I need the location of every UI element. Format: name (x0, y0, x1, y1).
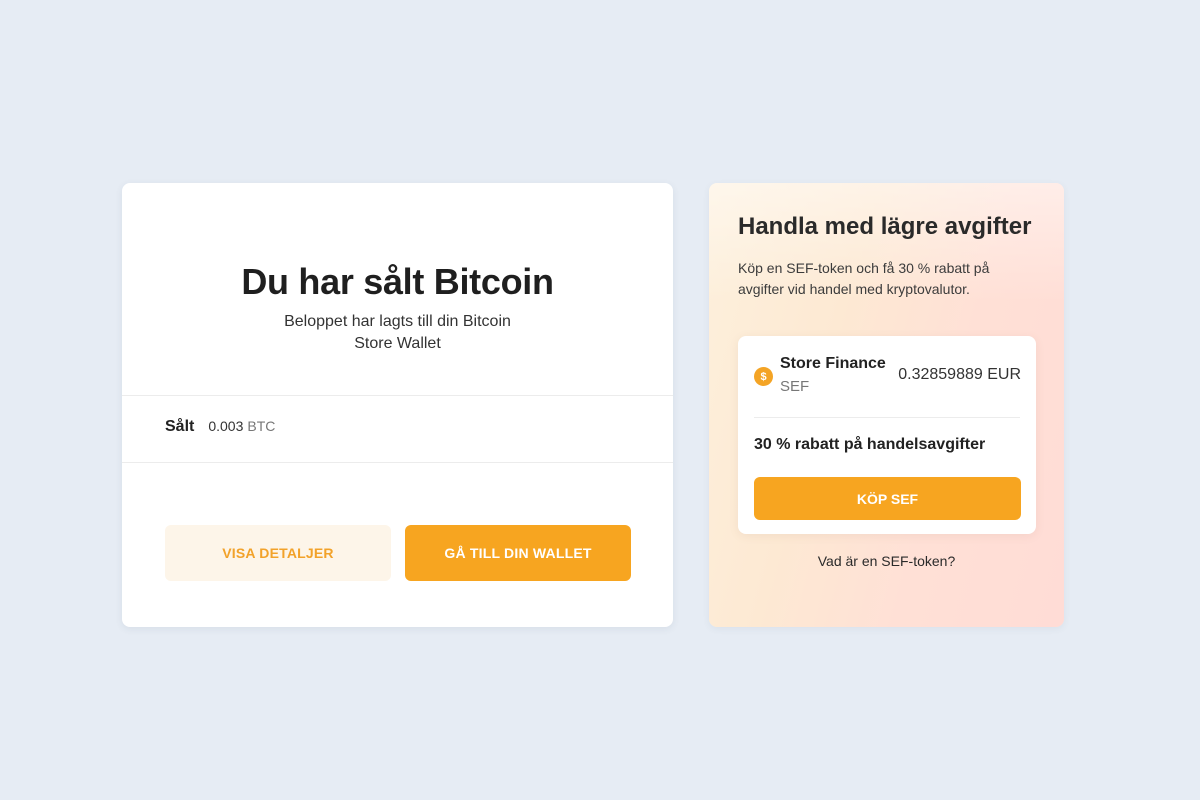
subtitle-line-2: Store Wallet (354, 335, 441, 352)
divider (122, 462, 673, 463)
token-price: 0.32859889 EUR (898, 366, 1021, 383)
confirmation-subtitle: Beloppet har lagts till din Bitcoin Stor… (272, 311, 523, 355)
go-to-wallet-button[interactable]: GÅ TILL DIN WALLET (405, 525, 631, 581)
coin-icon: $ (754, 367, 773, 386)
promo-description: Köp en SEF-token och få 30 % rabatt på a… (738, 260, 990, 297)
buy-sef-button[interactable]: KÖP SEF (754, 477, 1021, 520)
page: Du har sålt Bitcoin Beloppet har lagts t… (0, 0, 1200, 800)
promo-card: Handla med lägre avgifter Köp en SEF-tok… (709, 183, 1064, 627)
discount-text: 30 % rabatt på handelsavgifter (754, 436, 986, 453)
token-offer-box: $ Store Finance SEF 0.32859889 EUR 30 % … (738, 336, 1036, 534)
view-details-button[interactable]: VISA DETALJER (165, 525, 391, 581)
sale-confirmation-card: Du har sålt Bitcoin Beloppet har lagts t… (122, 183, 673, 627)
sold-value: 0.003 BTC (208, 418, 275, 436)
sold-amount: 0.003 (208, 418, 244, 434)
token-symbol: SEF (780, 378, 810, 395)
divider (754, 417, 1020, 418)
divider (122, 395, 673, 396)
what-is-sef-link[interactable]: Vad är en SEF-token? (709, 553, 1064, 569)
token-name: Store Finance (780, 355, 886, 372)
sold-summary-row: Sålt 0.003 BTC (165, 418, 275, 436)
sold-unit: BTC (247, 418, 276, 434)
page-title: Du har sålt Bitcoin (241, 261, 554, 302)
sold-label: Sålt (165, 418, 195, 435)
subtitle-line-1: Beloppet har lagts till din Bitcoin (284, 313, 511, 330)
promo-title: Handla med lägre avgifter (738, 213, 1032, 240)
